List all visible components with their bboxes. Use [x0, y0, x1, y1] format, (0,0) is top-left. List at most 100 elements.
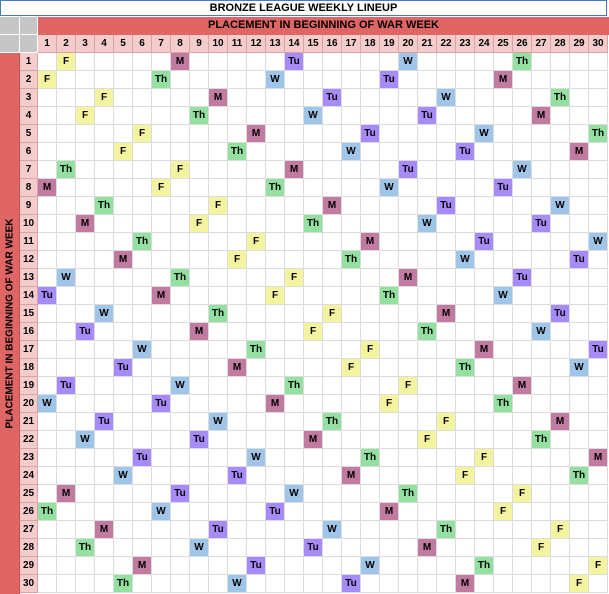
assignment-cell[interactable]: Th [418, 323, 437, 341]
empty-cell[interactable] [570, 179, 589, 197]
assignment-cell[interactable]: F [95, 89, 114, 107]
empty-cell[interactable] [209, 557, 228, 575]
empty-cell[interactable] [532, 89, 551, 107]
empty-cell[interactable] [152, 341, 171, 359]
empty-cell[interactable] [304, 503, 323, 521]
empty-cell[interactable] [551, 143, 570, 161]
empty-cell[interactable] [57, 503, 76, 521]
empty-cell[interactable] [456, 197, 475, 215]
empty-cell[interactable] [342, 503, 361, 521]
empty-cell[interactable] [247, 161, 266, 179]
empty-cell[interactable] [380, 53, 399, 71]
empty-cell[interactable] [76, 269, 95, 287]
assignment-cell[interactable]: F [285, 269, 304, 287]
assignment-cell[interactable]: Tu [361, 125, 380, 143]
empty-cell[interactable] [304, 233, 323, 251]
empty-cell[interactable] [57, 107, 76, 125]
empty-cell[interactable] [209, 53, 228, 71]
empty-cell[interactable] [570, 125, 589, 143]
empty-cell[interactable] [437, 557, 456, 575]
empty-cell[interactable] [570, 107, 589, 125]
empty-cell[interactable] [456, 395, 475, 413]
empty-cell[interactable] [114, 449, 133, 467]
empty-cell[interactable] [114, 305, 133, 323]
empty-cell[interactable] [266, 269, 285, 287]
assignment-cell[interactable]: Tu [152, 395, 171, 413]
empty-cell[interactable] [551, 215, 570, 233]
assignment-cell[interactable]: M [114, 251, 133, 269]
empty-cell[interactable] [532, 557, 551, 575]
assignment-cell[interactable]: M [475, 341, 494, 359]
assignment-cell[interactable]: W [418, 215, 437, 233]
empty-cell[interactable] [57, 323, 76, 341]
empty-cell[interactable] [494, 485, 513, 503]
assignment-cell[interactable]: M [304, 431, 323, 449]
empty-cell[interactable] [399, 359, 418, 377]
empty-cell[interactable] [361, 215, 380, 233]
empty-cell[interactable] [304, 197, 323, 215]
empty-cell[interactable] [266, 323, 285, 341]
empty-cell[interactable] [57, 125, 76, 143]
assignment-cell[interactable]: Tu [38, 287, 57, 305]
empty-cell[interactable] [76, 395, 95, 413]
empty-cell[interactable] [494, 251, 513, 269]
empty-cell[interactable] [247, 143, 266, 161]
empty-cell[interactable] [171, 323, 190, 341]
assignment-cell[interactable]: M [437, 305, 456, 323]
empty-cell[interactable] [171, 89, 190, 107]
empty-cell[interactable] [228, 485, 247, 503]
empty-cell[interactable] [418, 467, 437, 485]
empty-cell[interactable] [190, 377, 209, 395]
assignment-cell[interactable]: Th [114, 575, 133, 593]
assignment-cell[interactable]: Th [190, 107, 209, 125]
empty-cell[interactable] [266, 251, 285, 269]
empty-cell[interactable] [589, 197, 608, 215]
empty-cell[interactable] [209, 107, 228, 125]
assignment-cell[interactable]: W [38, 395, 57, 413]
empty-cell[interactable] [551, 125, 570, 143]
assignment-cell[interactable]: Th [133, 233, 152, 251]
empty-cell[interactable] [437, 449, 456, 467]
empty-cell[interactable] [418, 197, 437, 215]
empty-cell[interactable] [437, 71, 456, 89]
assignment-cell[interactable]: W [190, 539, 209, 557]
empty-cell[interactable] [570, 161, 589, 179]
empty-cell[interactable] [418, 287, 437, 305]
empty-cell[interactable] [399, 395, 418, 413]
empty-cell[interactable] [418, 359, 437, 377]
empty-cell[interactable] [266, 413, 285, 431]
empty-cell[interactable] [266, 107, 285, 125]
assignment-cell[interactable]: Th [399, 485, 418, 503]
empty-cell[interactable] [285, 431, 304, 449]
empty-cell[interactable] [380, 233, 399, 251]
empty-cell[interactable] [247, 503, 266, 521]
assignment-cell[interactable]: M [133, 557, 152, 575]
empty-cell[interactable] [133, 89, 152, 107]
assignment-cell[interactable]: F [190, 215, 209, 233]
empty-cell[interactable] [323, 269, 342, 287]
empty-cell[interactable] [589, 269, 608, 287]
empty-cell[interactable] [361, 143, 380, 161]
empty-cell[interactable] [114, 269, 133, 287]
assignment-cell[interactable]: Tu [456, 143, 475, 161]
empty-cell[interactable] [285, 179, 304, 197]
empty-cell[interactable] [532, 521, 551, 539]
empty-cell[interactable] [57, 341, 76, 359]
empty-cell[interactable] [76, 359, 95, 377]
empty-cell[interactable] [114, 323, 133, 341]
empty-cell[interactable] [513, 143, 532, 161]
empty-cell[interactable] [513, 215, 532, 233]
assignment-cell[interactable]: M [494, 71, 513, 89]
empty-cell[interactable] [247, 359, 266, 377]
assignment-cell[interactable]: M [152, 287, 171, 305]
empty-cell[interactable] [76, 197, 95, 215]
empty-cell[interactable] [209, 575, 228, 593]
empty-cell[interactable] [57, 467, 76, 485]
empty-cell[interactable] [551, 161, 570, 179]
empty-cell[interactable] [95, 179, 114, 197]
empty-cell[interactable] [475, 89, 494, 107]
empty-cell[interactable] [418, 233, 437, 251]
empty-cell[interactable] [342, 197, 361, 215]
empty-cell[interactable] [323, 215, 342, 233]
empty-cell[interactable] [570, 395, 589, 413]
